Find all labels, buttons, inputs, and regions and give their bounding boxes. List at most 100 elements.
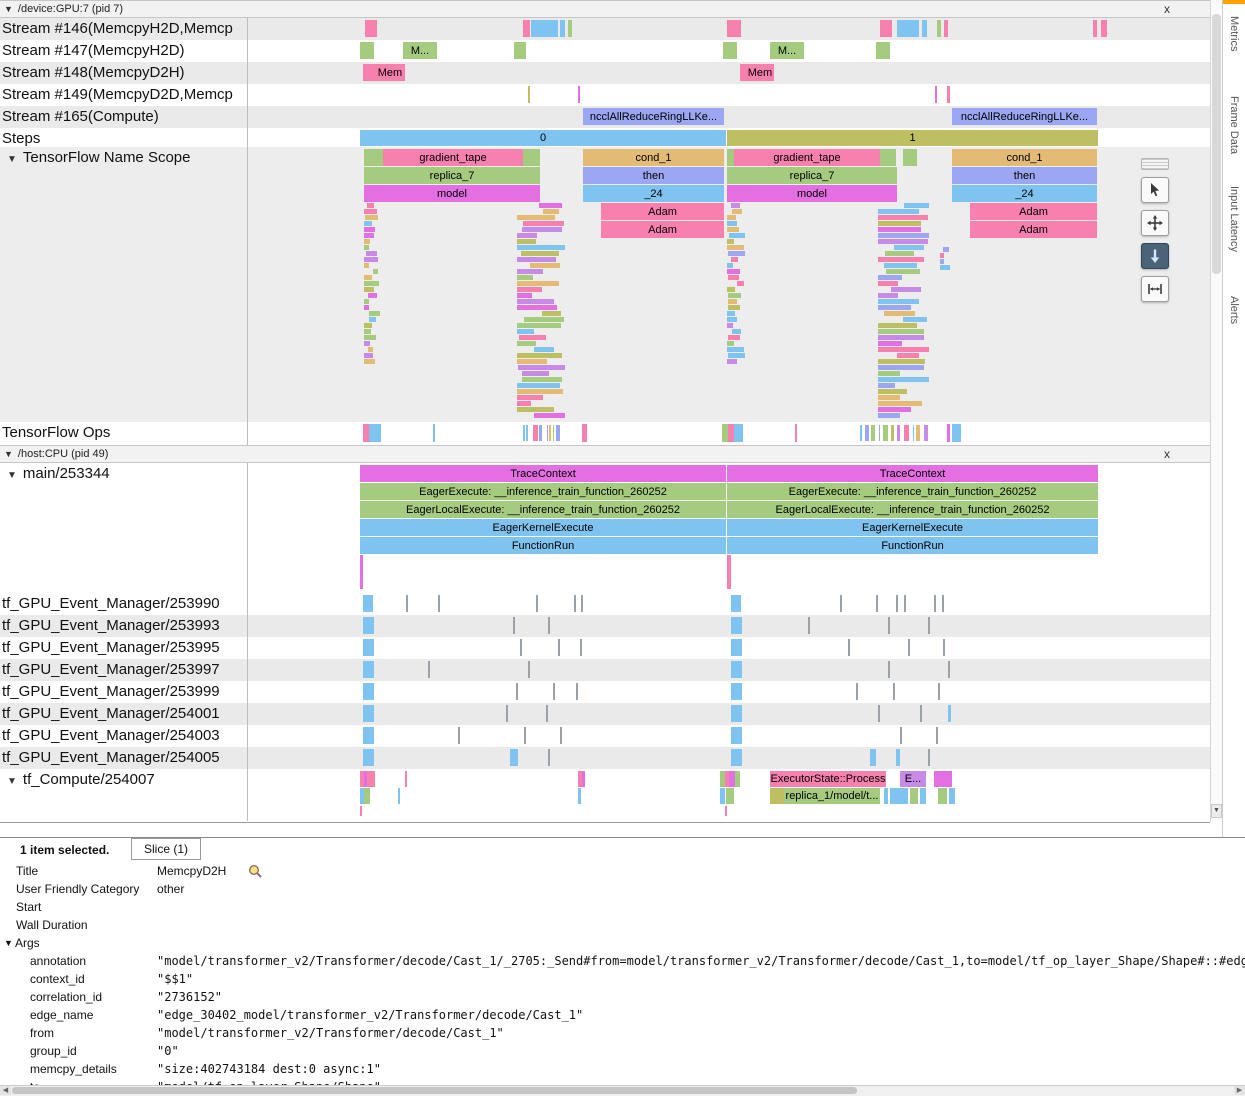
- trace-slice[interactable]: [808, 617, 810, 634]
- trace-slice[interactable]: [523, 20, 530, 37]
- trace-slice[interactable]: [524, 727, 526, 744]
- collapse-arrow[interactable]: ▼: [7, 776, 17, 787]
- trace-slice[interactable]: [726, 788, 734, 804]
- trace-fragment[interactable]: [517, 275, 533, 280]
- vertical-scrollbar-thumb[interactable]: [1212, 14, 1221, 274]
- trace-slice[interactable]: [360, 806, 362, 816]
- trace-slice[interactable]: [731, 661, 742, 678]
- trace-fragment[interactable]: [727, 215, 736, 220]
- trace-fragment[interactable]: [517, 389, 563, 394]
- trace-slice[interactable]: 0: [360, 130, 726, 146]
- trace-fragment[interactable]: [891, 287, 921, 292]
- trace-fragment[interactable]: [878, 365, 924, 370]
- trace-fragment[interactable]: [883, 425, 888, 441]
- trace-fragment[interactable]: [878, 383, 895, 388]
- trace-slice[interactable]: Adam: [601, 203, 724, 220]
- trace-slice[interactable]: replica_7: [727, 167, 897, 184]
- trace-fragment[interactable]: [878, 305, 911, 310]
- trace-fragment[interactable]: [903, 317, 927, 322]
- trace-fragment[interactable]: [885, 251, 914, 256]
- trace-fragment[interactable]: [539, 203, 562, 208]
- trace-slice[interactable]: [363, 727, 374, 744]
- side-tab-frame-data[interactable]: Frame Data: [1228, 96, 1240, 154]
- trace-slice[interactable]: [576, 683, 578, 700]
- trace-fragment[interactable]: [517, 287, 542, 292]
- collapse-arrow[interactable]: ▼: [4, 938, 13, 948]
- trace-fragment[interactable]: [727, 341, 734, 346]
- trace-slice[interactable]: [1101, 20, 1107, 37]
- trace-slice[interactable]: Mem: [375, 64, 405, 81]
- trace-fragment[interactable]: [878, 281, 898, 286]
- trace-slice[interactable]: [727, 555, 731, 589]
- trace-slice[interactable]: Adam: [970, 221, 1097, 238]
- trace-slice[interactable]: [523, 149, 540, 166]
- side-tab-metrics[interactable]: Metrics: [1228, 16, 1240, 51]
- trace-fragment[interactable]: [364, 257, 378, 262]
- trace-slice[interactable]: [888, 617, 890, 634]
- trace-slice[interactable]: [553, 683, 555, 700]
- trace-slice[interactable]: 1: [727, 130, 1098, 146]
- trace-slice[interactable]: [731, 617, 742, 634]
- trace-slice[interactable]: [876, 42, 890, 59]
- trace-fragment[interactable]: [517, 293, 532, 298]
- trace-fragment[interactable]: [878, 407, 911, 412]
- trace-slice[interactable]: [937, 20, 941, 37]
- trace-fragment[interactable]: [526, 425, 528, 441]
- trace-fragment[interactable]: [364, 305, 369, 310]
- trace-slice[interactable]: gradient_tape: [383, 149, 523, 166]
- trace-fragment[interactable]: [373, 269, 378, 274]
- trace-fragment[interactable]: [367, 203, 374, 208]
- trace-fragment[interactable]: [534, 413, 565, 418]
- trace-slice[interactable]: [952, 424, 961, 442]
- trace-slice[interactable]: Mem: [746, 64, 774, 81]
- trace-slice[interactable]: EagerLocalExecute: __inference_train_fun…: [360, 501, 726, 518]
- trace-fragment[interactable]: [878, 341, 902, 346]
- trace-fragment[interactable]: [878, 293, 898, 298]
- trace-fragment[interactable]: [533, 425, 538, 441]
- trace-fragment[interactable]: [891, 425, 894, 441]
- trace-fragment[interactable]: [521, 251, 559, 256]
- trace-fragment[interactable]: [878, 215, 928, 220]
- trace-fragment[interactable]: [884, 311, 915, 316]
- trace-slice[interactable]: model: [727, 185, 897, 202]
- trace-fragment[interactable]: [517, 305, 557, 310]
- trace-fragment[interactable]: [916, 425, 920, 441]
- trace-fragment[interactable]: [727, 221, 737, 226]
- trace-slice[interactable]: [935, 86, 937, 103]
- trace-slice[interactable]: [880, 149, 896, 166]
- trace-slice[interactable]: cond_1: [583, 149, 724, 166]
- trace-slice[interactable]: [520, 639, 522, 656]
- trace-fragment[interactable]: [543, 209, 559, 214]
- trace-fragment[interactable]: [364, 221, 372, 226]
- trace-slice[interactable]: [942, 595, 944, 612]
- trace-slice[interactable]: [582, 424, 587, 442]
- trace-slice[interactable]: [363, 64, 375, 81]
- trace-fragment[interactable]: [878, 377, 929, 382]
- side-tab-input-latency[interactable]: Input Latency: [1228, 186, 1240, 252]
- trace-slice[interactable]: [795, 424, 797, 442]
- trace-slice[interactable]: [546, 705, 548, 722]
- trace-slice[interactable]: M...: [770, 42, 804, 59]
- trace-fragment[interactable]: [878, 347, 929, 352]
- trace-fragment[interactable]: [878, 221, 921, 226]
- trace-slice[interactable]: [870, 749, 876, 766]
- trace-fragment[interactable]: [727, 287, 735, 292]
- close-icon[interactable]: x: [1164, 2, 1170, 16]
- trace-fragment[interactable]: [940, 265, 950, 270]
- trace-slice[interactable]: [840, 595, 842, 612]
- trace-fragment[interactable]: [368, 293, 377, 298]
- trace-slice[interactable]: [928, 749, 930, 766]
- trace-fragment[interactable]: [878, 335, 924, 340]
- trace-fragment[interactable]: [879, 425, 880, 441]
- trace-slice[interactable]: [438, 595, 440, 612]
- trace-slice[interactable]: [720, 788, 725, 804]
- trace-slice[interactable]: [731, 705, 742, 722]
- trace-slice[interactable]: [580, 639, 582, 656]
- trace-slice[interactable]: [936, 727, 938, 744]
- trace-slice[interactable]: TraceContext: [360, 465, 726, 482]
- trace-fragment[interactable]: [878, 389, 907, 394]
- trace-slice[interactable]: _24: [952, 185, 1097, 202]
- trace-slice[interactable]: [920, 788, 926, 804]
- scroll-right-button[interactable]: ▶: [1234, 1086, 1245, 1095]
- trace-fragment[interactable]: [539, 425, 542, 441]
